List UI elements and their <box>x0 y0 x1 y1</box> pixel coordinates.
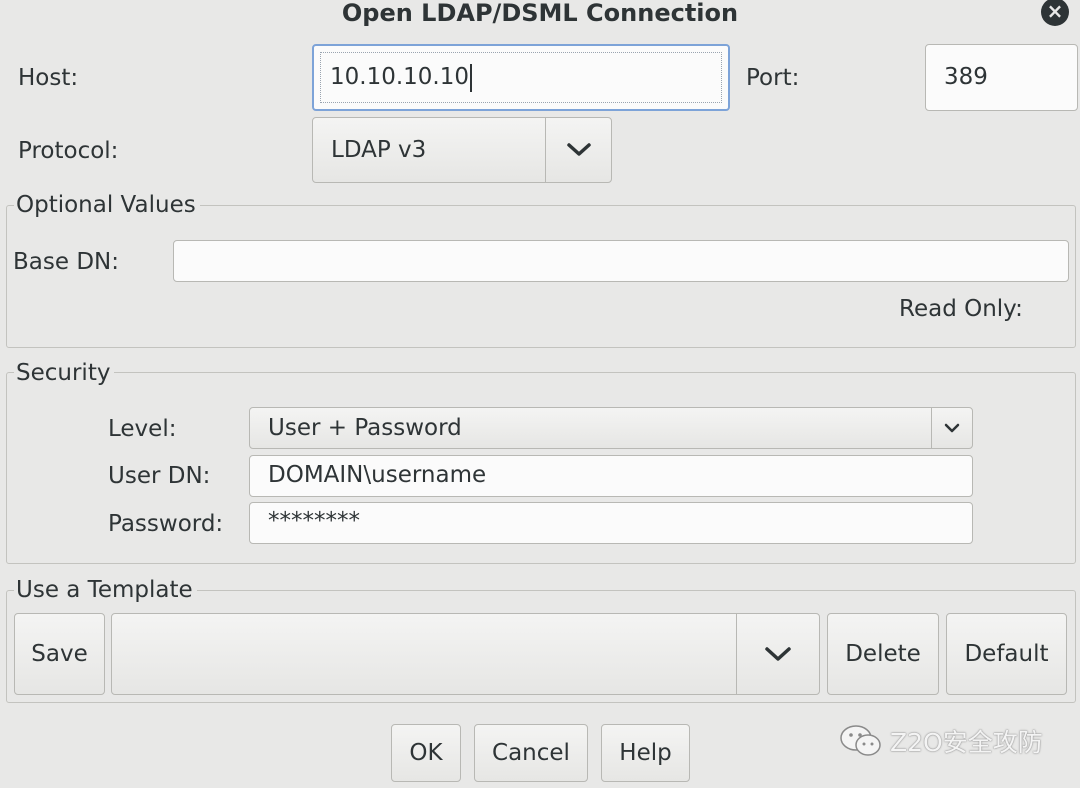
protocol-label: Protocol: <box>18 138 119 164</box>
host-input[interactable]: 10.10.10.10 <box>312 44 730 111</box>
text-caret <box>470 63 472 92</box>
help-button[interactable]: Help <box>601 724 690 782</box>
level-dropdown-button[interactable] <box>931 407 973 449</box>
base-dn-label: Base DN: <box>13 249 119 275</box>
template-dropdown-button[interactable] <box>736 613 820 695</box>
template-legend: Use a Template <box>14 577 197 603</box>
optional-values-legend: Optional Values <box>14 192 200 218</box>
user-dn-input[interactable]: DOMAIN\username <box>249 455 973 497</box>
delete-template-button[interactable]: Delete <box>827 613 939 695</box>
dialog-title: Open LDAP/DSML Connection <box>341 0 739 27</box>
template-select[interactable] <box>111 613 737 695</box>
chevron-down-icon <box>566 143 591 156</box>
default-template-button[interactable]: Default <box>946 613 1067 695</box>
chevron-down-icon <box>944 423 960 433</box>
save-template-button[interactable]: Save <box>14 613 105 695</box>
port-label: Port: <box>746 65 800 91</box>
host-label: Host: <box>18 65 79 91</box>
base-dn-input[interactable] <box>173 240 1069 282</box>
cancel-button[interactable]: Cancel <box>474 724 588 782</box>
read-only-label: Read Only: <box>899 296 1023 322</box>
password-label: Password: <box>108 511 224 537</box>
protocol-select[interactable]: LDAP v3 <box>312 117 546 183</box>
level-select[interactable]: User + Password <box>249 407 932 449</box>
watermark: Z2O安全攻防 <box>838 720 1068 762</box>
level-label: Level: <box>108 416 177 442</box>
wechat-icon <box>840 725 881 756</box>
password-input[interactable]: ******** <box>249 502 973 544</box>
chevron-down-icon <box>765 647 791 661</box>
ok-button[interactable]: OK <box>391 724 461 782</box>
port-input[interactable]: 389 <box>925 44 1078 111</box>
host-value: 10.10.10.10 <box>330 64 469 90</box>
user-dn-label: User DN: <box>108 463 211 489</box>
watermark-text: Z2O安全攻防 <box>890 728 1043 757</box>
security-legend: Security <box>14 360 115 386</box>
protocol-dropdown-button[interactable] <box>545 117 612 183</box>
